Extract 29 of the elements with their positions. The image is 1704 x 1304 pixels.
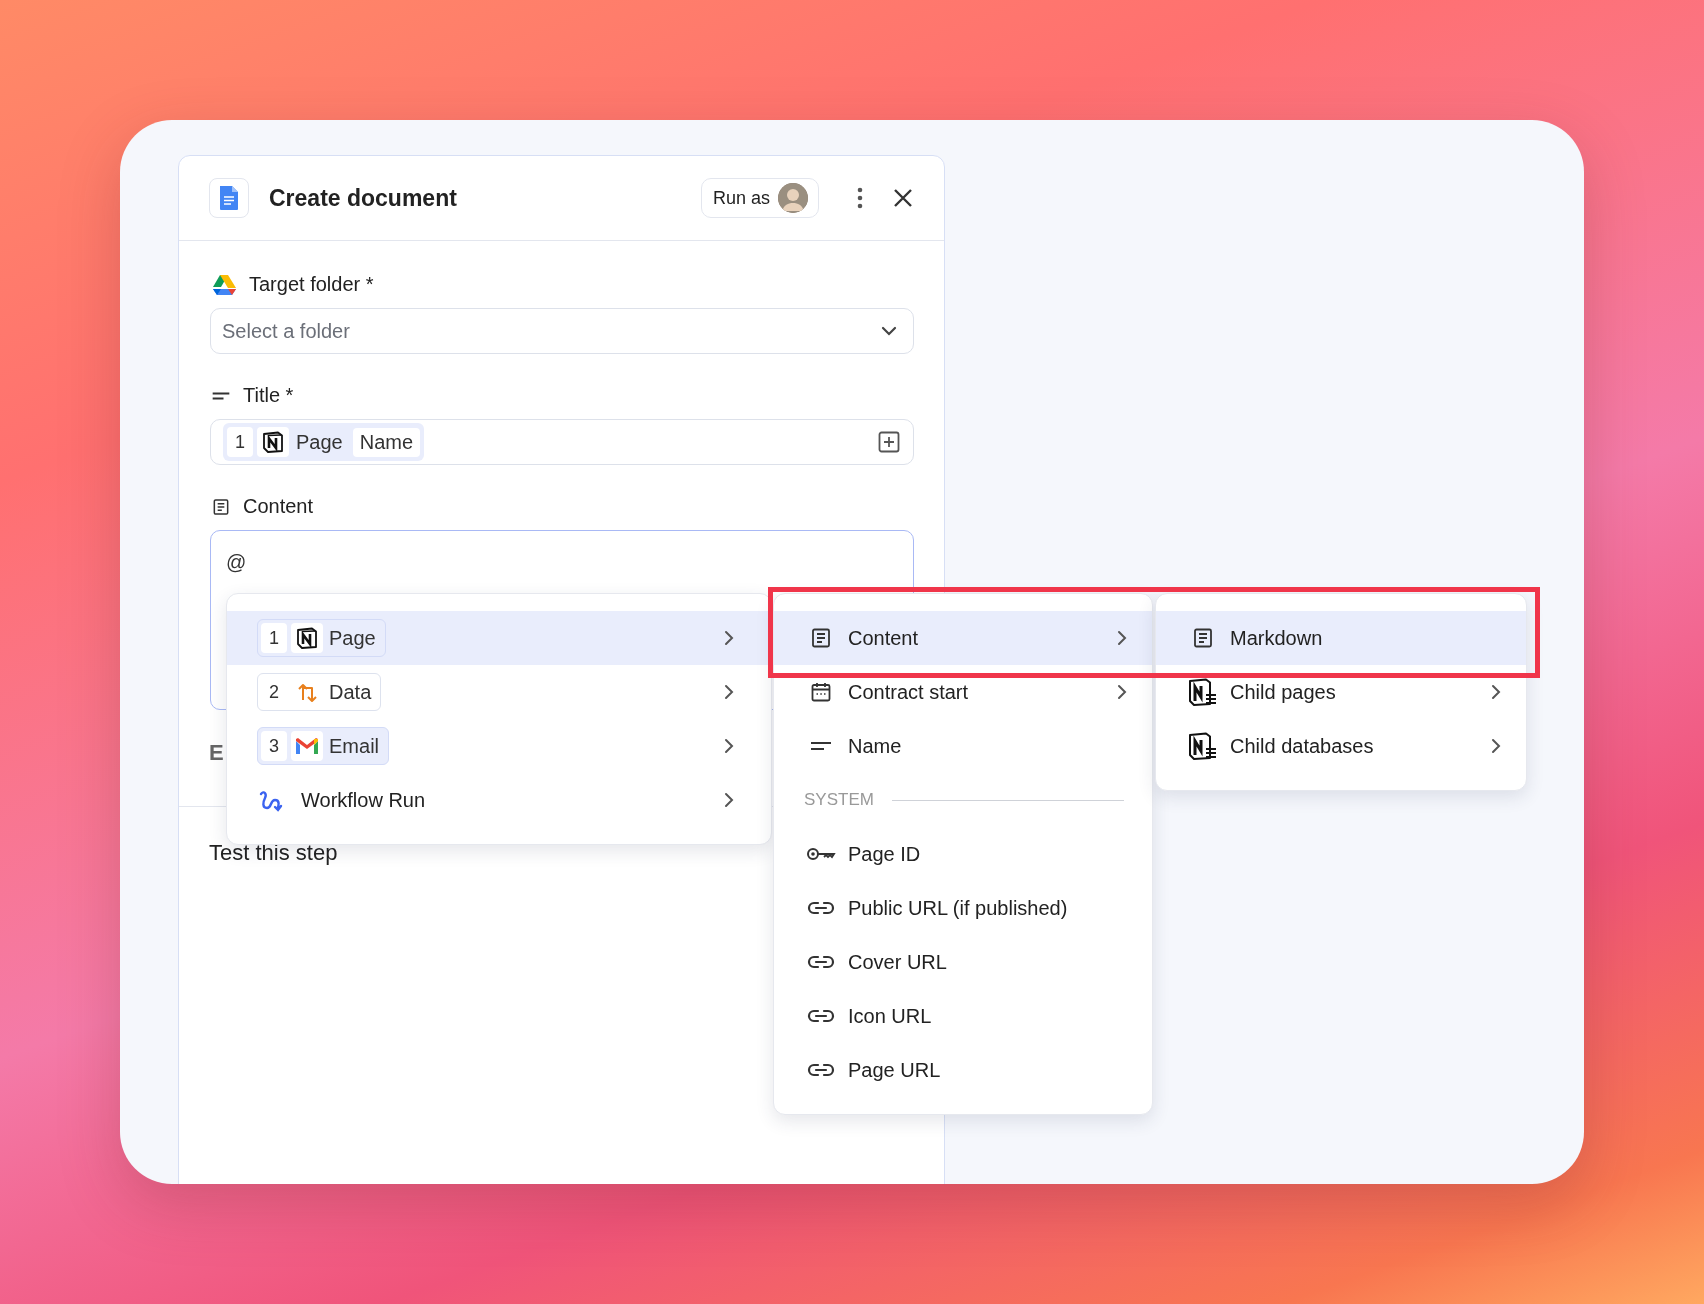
section-label: SYSTEM bbox=[804, 790, 874, 810]
menu-item-label: Markdown bbox=[1230, 626, 1323, 650]
menu-item-label: Page bbox=[328, 626, 377, 650]
variable-text: Name bbox=[352, 427, 421, 457]
menu-item-label: Email bbox=[328, 734, 381, 758]
step-number: 3 bbox=[261, 731, 287, 761]
field-label: Content bbox=[243, 495, 314, 518]
select-placeholder: Select a folder bbox=[222, 319, 351, 343]
menu-item-label: Public URL (if published) bbox=[848, 896, 1068, 920]
section-heading: Test this step bbox=[209, 840, 338, 866]
step-number: 1 bbox=[261, 623, 287, 653]
editor-text: @ bbox=[226, 551, 247, 573]
menu-item-label: Workflow Run bbox=[301, 788, 426, 812]
menu-item-label: Page ID bbox=[848, 842, 921, 866]
menu-item-label: Content bbox=[848, 626, 919, 650]
field-label: E bbox=[209, 740, 224, 766]
menu-item-label: Child pages bbox=[1230, 680, 1336, 704]
variable-text: Page bbox=[295, 430, 344, 454]
menu-item-label: Page URL bbox=[848, 1058, 941, 1082]
menu-item-label: Child databases bbox=[1230, 734, 1374, 758]
menu-item-label: Contract start bbox=[848, 680, 969, 704]
field-label: Title * bbox=[243, 384, 294, 407]
menu-item-label: Cover URL bbox=[848, 950, 947, 974]
menu-item-label: Icon URL bbox=[848, 1004, 932, 1028]
menu-item-label: Data bbox=[328, 680, 373, 704]
panel-title: Create document bbox=[269, 184, 458, 212]
menu-item-label: Name bbox=[848, 734, 902, 758]
step-number: 1 bbox=[227, 427, 253, 457]
field-label: Target folder * bbox=[249, 273, 374, 296]
